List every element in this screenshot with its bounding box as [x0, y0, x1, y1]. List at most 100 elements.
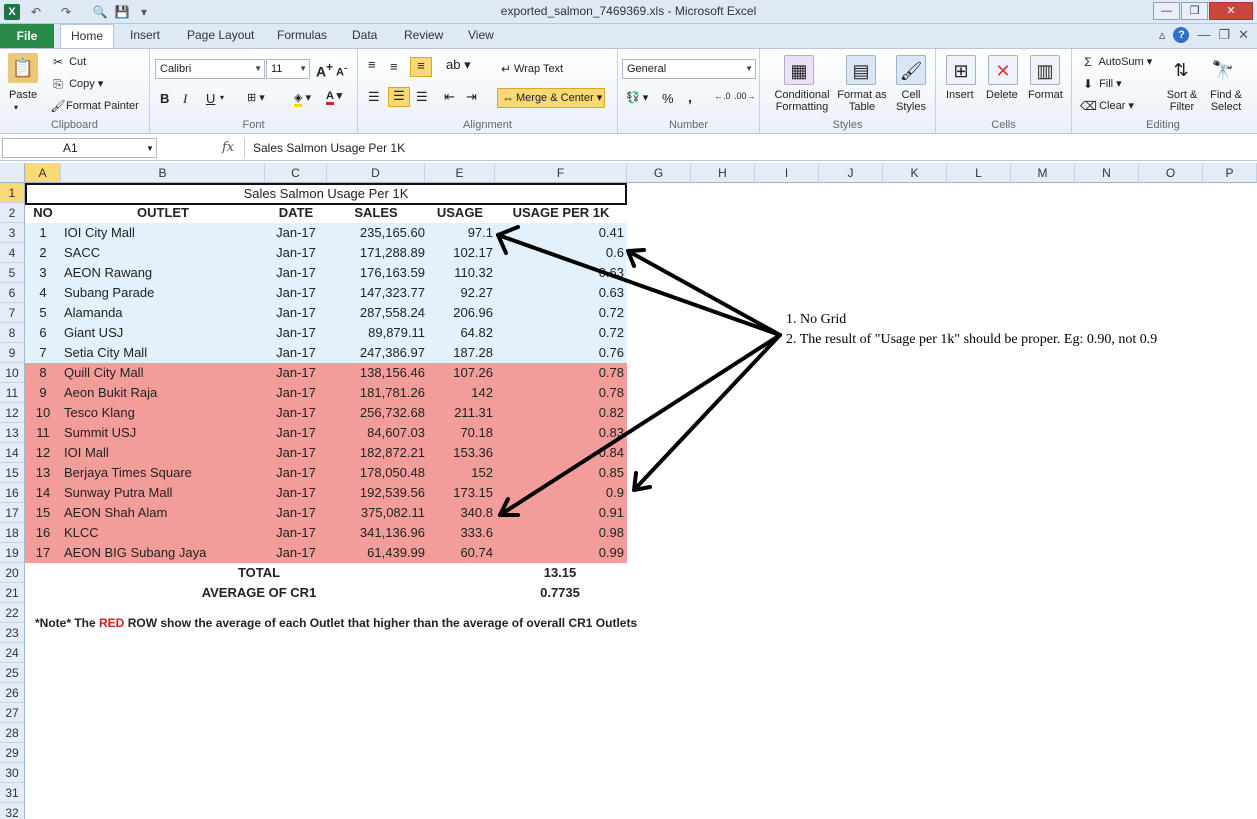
tab-formulas[interactable]: Formulas — [277, 28, 327, 42]
cell-outlet[interactable]: Giant USJ — [64, 323, 264, 343]
cell-per1k[interactable]: 0.72 — [495, 303, 624, 323]
row-header-20[interactable]: 20 — [0, 563, 25, 583]
cell-date[interactable]: Jan-17 — [265, 263, 327, 283]
cell-date[interactable]: Jan-17 — [265, 463, 327, 483]
align-left-icon[interactable]: ☰ — [368, 89, 380, 105]
grow-font-icon[interactable]: A+ — [316, 61, 333, 80]
row-header-15[interactable]: 15 — [0, 463, 25, 483]
autosum-button[interactable]: Σ AutoSum ▾ — [1080, 54, 1152, 70]
cell-outlet[interactable]: Subang Parade — [64, 283, 264, 303]
format-as-table-icon[interactable]: ▤ — [846, 55, 876, 85]
cell-outlet[interactable]: Berjaya Times Square — [64, 463, 264, 483]
cell-per1k[interactable]: 0.83 — [495, 423, 624, 443]
average-label[interactable]: AVERAGE OF CR1 — [61, 583, 457, 603]
sort-filter-button[interactable]: Sort & Filter — [1160, 89, 1204, 113]
cell-sales[interactable]: 61,439.99 — [327, 543, 425, 563]
cell-per1k[interactable]: 0.85 — [495, 463, 624, 483]
cell-date[interactable]: Jan-17 — [265, 283, 327, 303]
cell-no[interactable]: 10 — [25, 403, 61, 423]
cell-usage[interactable]: 340.8 — [425, 503, 493, 523]
cell-sales[interactable]: 176,163.59 — [327, 263, 425, 283]
cell-no[interactable]: 9 — [25, 383, 61, 403]
cell-per1k[interactable]: 0.9 — [495, 483, 624, 503]
row-header-9[interactable]: 9 — [0, 343, 25, 363]
insert-cells-icon[interactable]: ⊞ — [946, 55, 976, 85]
row-header-17[interactable]: 17 — [0, 503, 25, 523]
row-header-8[interactable]: 8 — [0, 323, 25, 343]
column-header-c[interactable]: C — [265, 163, 327, 183]
cell-usage[interactable]: 211.31 — [425, 403, 493, 423]
restore-button[interactable]: ❐ — [1181, 2, 1208, 20]
header-no[interactable]: NO — [25, 203, 61, 223]
tab-page-layout[interactable]: Page Layout — [187, 28, 254, 42]
currency-icon[interactable]: 💱 ▾ — [626, 91, 648, 104]
align-center-icon[interactable]: ☰ — [388, 87, 410, 107]
row-header-4[interactable]: 4 — [0, 243, 25, 263]
delete-button[interactable]: Delete — [986, 89, 1018, 101]
cell-no[interactable]: 16 — [25, 523, 61, 543]
tab-review[interactable]: Review — [404, 28, 443, 42]
conditional-formatting-button[interactable]: Conditional Formatting — [766, 89, 838, 113]
name-box[interactable]: A1 — [2, 138, 157, 158]
cell-date[interactable]: Jan-17 — [265, 403, 327, 423]
cell-usage[interactable]: 60.74 — [425, 543, 493, 563]
tab-view[interactable]: View — [468, 28, 494, 42]
cell-no[interactable]: 12 — [25, 443, 61, 463]
cell-styles-button[interactable]: Cell Styles — [890, 89, 932, 113]
row-header-29[interactable]: 29 — [0, 743, 25, 763]
cell-per1k[interactable]: 0.98 — [495, 523, 624, 543]
cell-date[interactable]: Jan-17 — [265, 543, 327, 563]
sort-filter-icon[interactable]: ⇅ — [1166, 55, 1196, 85]
tab-home[interactable]: Home — [60, 24, 115, 49]
window-close-icon[interactable]: ✕ — [1238, 27, 1249, 43]
cell-per1k[interactable]: 0.63 — [495, 283, 624, 303]
row-header-26[interactable]: 26 — [0, 683, 25, 703]
column-header-p[interactable]: P — [1203, 163, 1257, 183]
row-header-3[interactable]: 3 — [0, 223, 25, 243]
percent-button[interactable]: % — [662, 91, 674, 106]
cut-button[interactable]: ✂ Cut — [50, 54, 86, 70]
font-size-select[interactable]: 11 ▼ — [266, 59, 310, 79]
orientation-icon[interactable]: ab ▾ — [446, 57, 471, 73]
formula-input[interactable]: Sales Salmon Usage Per 1K — [244, 138, 1257, 158]
cell-usage[interactable]: 102.17 — [425, 243, 493, 263]
delete-cells-icon[interactable]: ✕ — [988, 55, 1018, 85]
cell-outlet[interactable]: Setia City Mall — [64, 343, 264, 363]
row-header-6[interactable]: 6 — [0, 283, 25, 303]
cell-sales[interactable]: 138,156.46 — [327, 363, 425, 383]
cell-per1k[interactable]: 0.41 — [495, 223, 624, 243]
cell-date[interactable]: Jan-17 — [265, 243, 327, 263]
help-icon[interactable]: ? — [1173, 27, 1190, 43]
cell-date[interactable]: Jan-17 — [265, 223, 327, 243]
cell-outlet[interactable]: IOI City Mall — [64, 223, 264, 243]
cell-usage[interactable]: 173.15 — [425, 483, 493, 503]
cell-outlet[interactable]: AEON Shah Alam — [64, 503, 264, 523]
cell-date[interactable]: Jan-17 — [265, 483, 327, 503]
font-color-icon[interactable]: A ▾ — [326, 89, 342, 105]
increase-decimal-icon[interactable]: ←.0 — [714, 91, 731, 101]
cell-date[interactable]: Jan-17 — [265, 443, 327, 463]
column-header-n[interactable]: N — [1075, 163, 1139, 183]
number-format-select[interactable]: General ▼ — [622, 59, 756, 79]
fill-color-icon[interactable]: ◈ ▾ — [294, 91, 311, 107]
format-button[interactable]: Format — [1028, 89, 1063, 101]
paste-button[interactable]: Paste — [9, 89, 37, 101]
fill-button[interactable]: ⬇ Fill ▾ — [1080, 76, 1122, 92]
cell-sales[interactable]: 178,050.48 — [327, 463, 425, 483]
row-header-32[interactable]: 32 — [0, 803, 25, 819]
cell-per1k[interactable]: 0.84 — [495, 443, 624, 463]
minimize-ribbon-icon[interactable]: ▵ — [1159, 27, 1166, 43]
cell-date[interactable]: Jan-17 — [265, 303, 327, 323]
align-middle-icon[interactable]: ≡ — [390, 59, 398, 74]
cell-usage[interactable]: 333.6 — [425, 523, 493, 543]
row-header-27[interactable]: 27 — [0, 703, 25, 723]
increase-indent-icon[interactable]: ⇥ — [466, 89, 477, 105]
row-header-5[interactable]: 5 — [0, 263, 25, 283]
column-header-g[interactable]: G — [627, 163, 691, 183]
column-header-b[interactable]: B — [61, 163, 265, 183]
cell-per1k[interactable]: 0.76 — [495, 343, 624, 363]
cell-no[interactable]: 17 — [25, 543, 61, 563]
cell-no[interactable]: 8 — [25, 363, 61, 383]
cell-usage[interactable]: 70.18 — [425, 423, 493, 443]
cell-usage[interactable]: 92.27 — [425, 283, 493, 303]
